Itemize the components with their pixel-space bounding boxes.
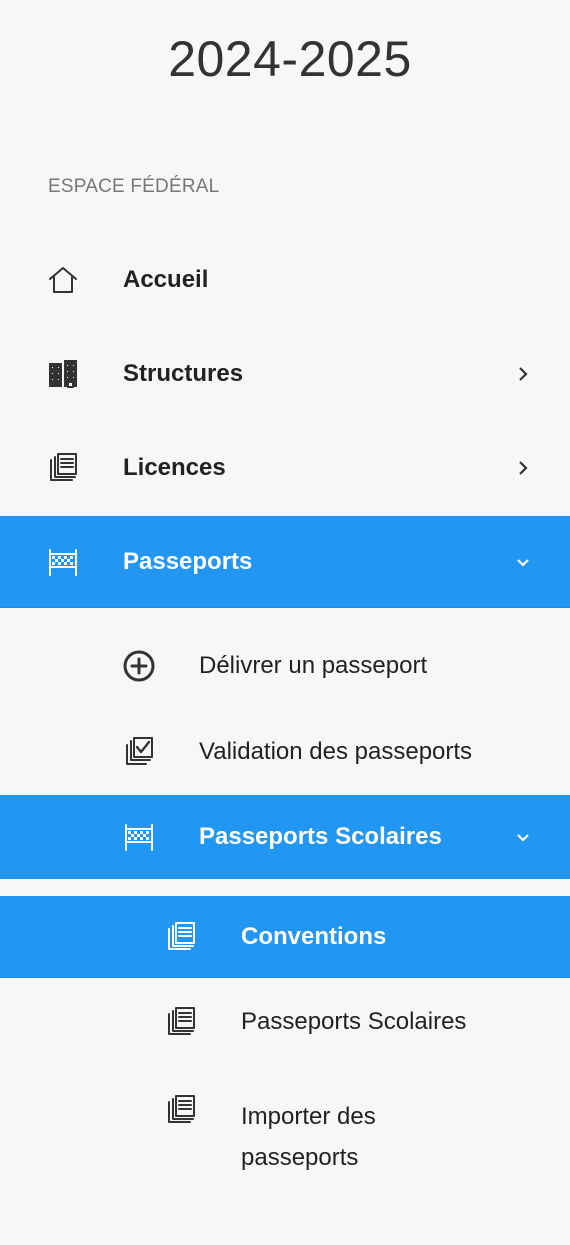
sidebar-subitem-importer[interactable]: Importer des passeports [0, 1088, 570, 1178]
sidebar-item-licences[interactable]: Licences [0, 438, 570, 498]
chevron-down-icon [516, 549, 530, 575]
check-documents-icon [121, 734, 157, 770]
sidebar-item-accueil[interactable]: Accueil [0, 250, 570, 310]
checkered-flag-icon [45, 544, 81, 580]
sidebar-subitem-label: Validation des passeports [199, 738, 473, 765]
chevron-right-icon [516, 455, 530, 481]
sidebar-item-label: Passeports [123, 548, 253, 575]
sidebar-subitem-label: Passeports Scolaires [241, 1008, 467, 1035]
sidebar-item-passeports[interactable]: Passeports [0, 516, 570, 608]
sidebar-item-label: Accueil [123, 266, 209, 293]
section-label: ESPACE FÉDÉRAL [48, 176, 220, 197]
checkered-flag-icon [121, 819, 157, 855]
chevron-right-icon [516, 361, 530, 387]
documents-icon [163, 1092, 199, 1128]
sidebar-item-label: Structures [123, 360, 244, 387]
chevron-down-icon [516, 824, 530, 850]
documents-icon [163, 919, 199, 955]
sidebar-subitem-passeports-scolaires-list[interactable]: Passeports Scolaires [0, 992, 570, 1052]
sidebar-subitem-validation[interactable]: Validation des passeports [0, 722, 570, 782]
sidebar-subitem-label: Importer des passeports [241, 1096, 376, 1178]
sidebar-subitem-label: Délivrer un passeport [199, 652, 428, 679]
sidebar-subitem-label: Passeports Scolaires [199, 823, 442, 850]
label-line-2: passeports [241, 1144, 359, 1171]
sidebar-nav: 2024-2025 ESPACE FÉDÉRAL Accueil Structu… [0, 0, 570, 1245]
buildings-icon [45, 356, 81, 392]
documents-icon [45, 450, 81, 486]
sidebar-subitem-label: Conventions [241, 923, 387, 950]
sidebar-subitem-delivrer[interactable]: Délivrer un passeport [0, 636, 570, 696]
sidebar-item-label: Licences [123, 454, 226, 481]
label-line-1: Importer des [241, 1103, 376, 1130]
season-title: 2024-2025 [168, 31, 412, 87]
documents-icon [163, 1004, 199, 1040]
sidebar-subitem-passeports-scolaires[interactable]: Passeports Scolaires [0, 795, 570, 879]
home-icon [45, 262, 81, 298]
sidebar-subitem-conventions[interactable]: Conventions [0, 896, 570, 978]
sidebar-item-structures[interactable]: Structures [0, 344, 570, 404]
plus-circle-icon [121, 648, 157, 684]
